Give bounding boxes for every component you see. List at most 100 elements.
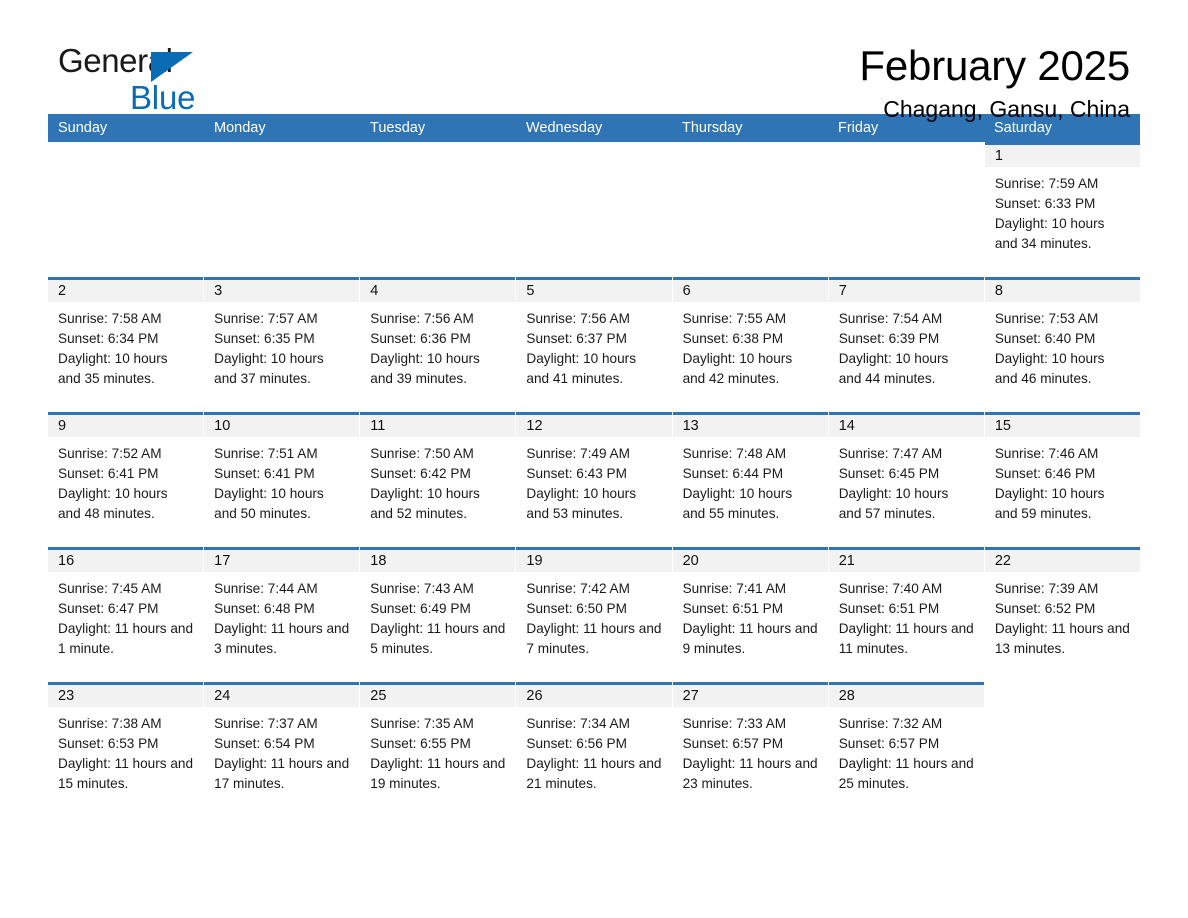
calendar-day-cell[interactable]: 21 Sunrise: 7:40 AM Sunset: 6:51 PM Dayligh… bbox=[828, 547, 984, 682]
day-details: Sunrise: 7:56 AM Sunset: 6:36 PM Daylight:… bbox=[360, 302, 515, 389]
calendar-day-cell[interactable]: 22 Sunrise: 7:39 AM Sunset: 6:52 PM Dayligh… bbox=[984, 547, 1140, 682]
day-number-band: 26 bbox=[516, 682, 672, 707]
sunset-text: Sunset: 6:36 PM bbox=[370, 331, 471, 346]
sunrise-text: Sunrise: 7:33 AM bbox=[682, 716, 787, 731]
daylight-text: Daylight: 11 hours and 15 minutes. bbox=[58, 756, 194, 791]
calendar-day-cell[interactable]: 5 Sunrise: 7:56 AM Sunset: 6:37 PM Daylight… bbox=[516, 277, 672, 412]
calendar-day-cell[interactable]: 25 Sunrise: 7:35 AM Sunset: 6:55 PM Dayligh… bbox=[360, 682, 516, 802]
weekday-header-tuesday: Tuesday bbox=[370, 120, 426, 136]
day-number-band: 22 bbox=[984, 547, 1140, 572]
calendar-week-row: 16 Sunrise: 7:45 AM Sunset: 6:47 PM Dayligh… bbox=[48, 547, 1140, 682]
day-number-band: 11 bbox=[360, 412, 516, 437]
sunrise-text: Sunrise: 7:48 AM bbox=[682, 446, 787, 461]
sunrise-text: Sunrise: 7:52 AM bbox=[58, 446, 162, 461]
sunrise-text: Sunrise: 7:37 AM bbox=[214, 716, 318, 731]
calendar-grid: Sunday Monday Tuesday Wednesday Thursday… bbox=[48, 114, 1140, 802]
day-number-band: 24 bbox=[204, 682, 360, 707]
day-details: Sunrise: 7:34 AM Sunset: 6:56 PM Daylight:… bbox=[516, 707, 671, 794]
sunrise-text: Sunrise: 7:32 AM bbox=[838, 716, 943, 731]
day-number-band: 5 bbox=[516, 277, 672, 302]
daylight-text: Daylight: 11 hours and 19 minutes. bbox=[370, 756, 506, 791]
day-details: Sunrise: 7:58 AM Sunset: 6:34 PM Daylight:… bbox=[48, 302, 203, 389]
calendar-day-cell[interactable]: 4 Sunrise: 7:56 AM Sunset: 6:36 PM Daylight… bbox=[360, 277, 516, 412]
sunset-text: Sunset: 6:50 PM bbox=[526, 601, 627, 616]
day-number: 26 bbox=[526, 688, 543, 704]
calendar-day-cell-empty bbox=[984, 682, 1140, 802]
calendar-day-cell[interactable]: 26 Sunrise: 7:34 AM Sunset: 6:56 PM Dayligh… bbox=[516, 682, 672, 802]
daylight-text: Daylight: 10 hours and 59 minutes. bbox=[994, 486, 1105, 521]
calendar-day-cell[interactable]: 1 Sunrise: 7:59 AM Sunset: 6:33 PM Daylight… bbox=[984, 142, 1140, 277]
daylight-text: Daylight: 11 hours and 13 minutes. bbox=[994, 621, 1130, 656]
day-number-band: 16 bbox=[48, 547, 204, 572]
calendar-day-cell[interactable]: 28 Sunrise: 7:32 AM Sunset: 6:57 PM Dayligh… bbox=[828, 682, 984, 802]
day-number-band: 3 bbox=[204, 277, 360, 302]
daylight-text: Daylight: 10 hours and 41 minutes. bbox=[526, 351, 636, 386]
day-details: Sunrise: 7:56 AM Sunset: 6:37 PM Daylight:… bbox=[516, 302, 671, 389]
calendar-day-cell[interactable]: 19 Sunrise: 7:42 AM Sunset: 6:50 PM Dayligh… bbox=[516, 547, 672, 682]
day-number-band bbox=[516, 142, 671, 167]
day-number: 9 bbox=[58, 418, 67, 434]
day-details: Sunrise: 7:37 AM Sunset: 6:54 PM Daylight:… bbox=[204, 707, 359, 794]
weekday-header-thursday: Thursday bbox=[682, 120, 743, 136]
day-number: 13 bbox=[682, 418, 699, 434]
calendar-day-cell[interactable]: 13 Sunrise: 7:48 AM Sunset: 6:44 PM Dayligh… bbox=[672, 412, 828, 547]
calendar-day-cell[interactable]: 9 Sunrise: 7:52 AM Sunset: 6:41 PM Daylight… bbox=[48, 412, 204, 547]
daylight-text: Daylight: 11 hours and 25 minutes. bbox=[838, 756, 974, 791]
calendar-day-cell[interactable]: 15 Sunrise: 7:46 AM Sunset: 6:46 PM Dayligh… bbox=[984, 412, 1140, 547]
calendar-day-cell[interactable]: 14 Sunrise: 7:47 AM Sunset: 6:45 PM Dayligh… bbox=[828, 412, 984, 547]
day-number-band: 20 bbox=[672, 547, 828, 572]
sunset-text: Sunset: 6:41 PM bbox=[58, 466, 159, 481]
day-number: 1 bbox=[994, 148, 1003, 164]
day-number: 17 bbox=[214, 553, 231, 569]
sunrise-text: Sunrise: 7:49 AM bbox=[526, 446, 630, 461]
day-details: Sunrise: 7:42 AM Sunset: 6:50 PM Daylight:… bbox=[516, 572, 671, 659]
day-number: 22 bbox=[994, 553, 1011, 569]
day-number: 19 bbox=[526, 553, 543, 569]
day-details: Sunrise: 7:43 AM Sunset: 6:49 PM Daylight:… bbox=[360, 572, 515, 659]
day-number: 10 bbox=[214, 418, 231, 434]
sunset-text: Sunset: 6:45 PM bbox=[838, 466, 940, 481]
day-number: 28 bbox=[838, 688, 855, 704]
calendar-day-cell[interactable]: 18 Sunrise: 7:43 AM Sunset: 6:49 PM Dayligh… bbox=[360, 547, 516, 682]
sunrise-text: Sunrise: 7:58 AM bbox=[58, 311, 162, 326]
calendar-week-row: 23 Sunrise: 7:38 AM Sunset: 6:53 PM Dayligh… bbox=[48, 682, 1140, 802]
day-details: Sunrise: 7:35 AM Sunset: 6:55 PM Daylight:… bbox=[360, 707, 515, 794]
day-number: 16 bbox=[58, 553, 75, 569]
calendar-day-cell[interactable]: 8 Sunrise: 7:53 AM Sunset: 6:40 PM Daylight… bbox=[984, 277, 1140, 412]
daylight-text: Daylight: 10 hours and 35 minutes. bbox=[58, 351, 168, 386]
day-details: Sunrise: 7:45 AM Sunset: 6:47 PM Daylight:… bbox=[48, 572, 203, 659]
sunrise-text: Sunrise: 7:40 AM bbox=[838, 581, 943, 596]
daylight-text: Daylight: 10 hours and 34 minutes. bbox=[994, 216, 1105, 251]
calendar-day-cell[interactable]: 17 Sunrise: 7:44 AM Sunset: 6:48 PM Dayligh… bbox=[204, 547, 360, 682]
day-number: 11 bbox=[370, 418, 386, 434]
sunrise-text: Sunrise: 7:54 AM bbox=[838, 311, 943, 326]
calendar-day-cell[interactable]: 20 Sunrise: 7:41 AM Sunset: 6:51 PM Dayligh… bbox=[672, 547, 828, 682]
calendar-day-cell[interactable]: 11 Sunrise: 7:50 AM Sunset: 6:42 PM Dayligh… bbox=[360, 412, 516, 547]
calendar-day-cell[interactable]: 27 Sunrise: 7:33 AM Sunset: 6:57 PM Dayligh… bbox=[672, 682, 828, 802]
day-number-band: 27 bbox=[672, 682, 828, 707]
day-number: 15 bbox=[994, 418, 1011, 434]
calendar-day-cell[interactable]: 16 Sunrise: 7:45 AM Sunset: 6:47 PM Dayligh… bbox=[48, 547, 204, 682]
day-number-band: 7 bbox=[828, 277, 984, 302]
calendar-day-cell[interactable]: 24 Sunrise: 7:37 AM Sunset: 6:54 PM Dayligh… bbox=[204, 682, 360, 802]
calendar-day-cell[interactable]: 2 Sunrise: 7:58 AM Sunset: 6:34 PM Daylight… bbox=[48, 277, 204, 412]
day-number: 25 bbox=[370, 688, 387, 704]
daylight-text: Daylight: 10 hours and 57 minutes. bbox=[838, 486, 949, 521]
day-details: Sunrise: 7:49 AM Sunset: 6:43 PM Daylight:… bbox=[516, 437, 671, 524]
day-number: 2 bbox=[58, 283, 67, 299]
calendar-day-cell[interactable]: 3 Sunrise: 7:57 AM Sunset: 6:35 PM Daylight… bbox=[204, 277, 360, 412]
sunset-text: Sunset: 6:35 PM bbox=[214, 331, 315, 346]
calendar-day-cell[interactable]: 6 Sunrise: 7:55 AM Sunset: 6:38 PM Daylight… bbox=[672, 277, 828, 412]
day-number-band: 9 bbox=[48, 412, 204, 437]
daylight-text: Daylight: 11 hours and 11 minutes. bbox=[838, 621, 974, 656]
day-number: 20 bbox=[682, 553, 699, 569]
calendar-day-cell[interactable]: 23 Sunrise: 7:38 AM Sunset: 6:53 PM Dayligh… bbox=[48, 682, 204, 802]
calendar-day-cell[interactable]: 7 Sunrise: 7:54 AM Sunset: 6:39 PM Daylight… bbox=[828, 277, 984, 412]
calendar-day-cell-empty bbox=[360, 142, 516, 277]
calendar-day-cell[interactable]: 12 Sunrise: 7:49 AM Sunset: 6:43 PM Dayligh… bbox=[516, 412, 672, 547]
day-number-band: 23 bbox=[48, 682, 204, 707]
day-number-band bbox=[673, 142, 828, 167]
sunrise-text: Sunrise: 7:34 AM bbox=[526, 716, 630, 731]
calendar-day-cell[interactable]: 10 Sunrise: 7:51 AM Sunset: 6:41 PM Dayligh… bbox=[204, 412, 360, 547]
generalblue-logo[interactable]: General Blue bbox=[48, 44, 308, 120]
